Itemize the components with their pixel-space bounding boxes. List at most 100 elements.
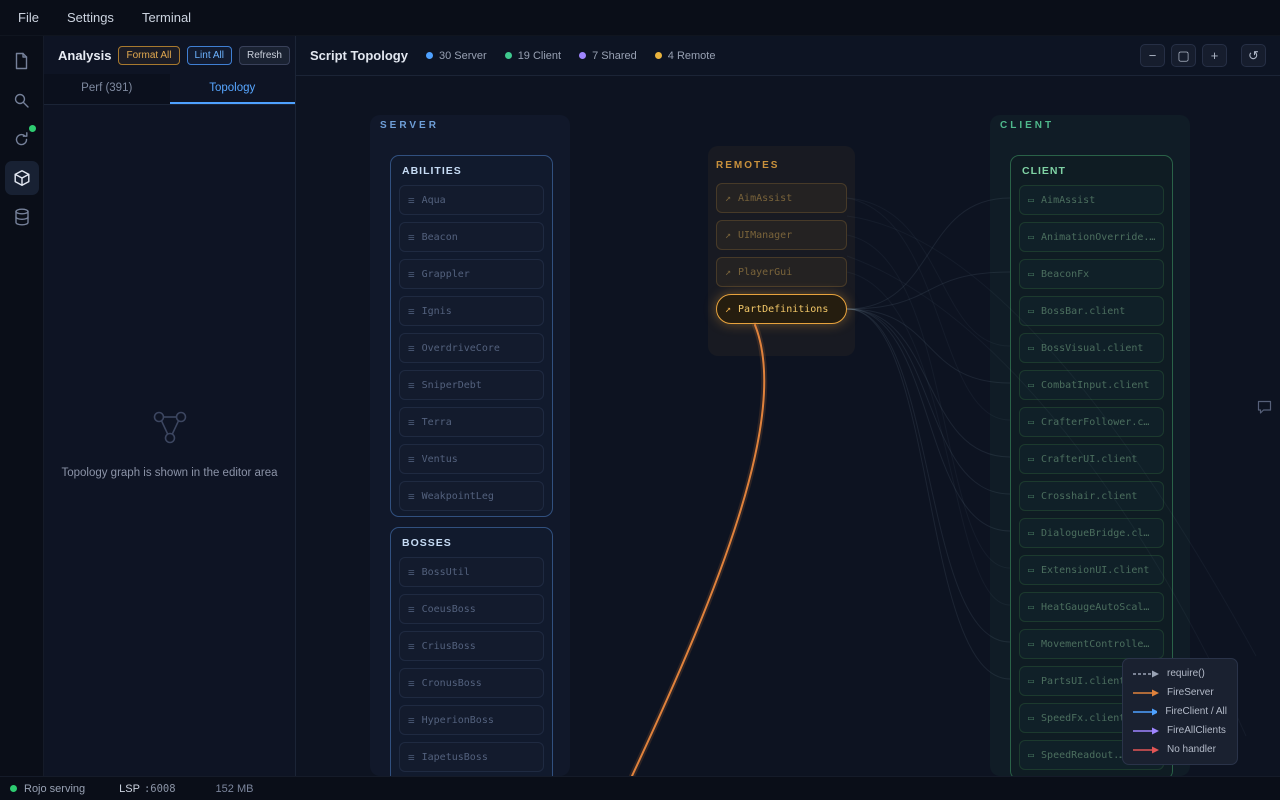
node-crafterui-client[interactable]: ▭ CrafterUI.client (1019, 444, 1164, 474)
node-playergui[interactable]: ↗PlayerGui (716, 257, 847, 287)
canvas-controls: −▢ + ↺ (1140, 44, 1266, 67)
localscript-icon: ▭ (1028, 639, 1034, 650)
stat-19-client: 19 Client (505, 50, 561, 62)
node-crafterfollower-c[interactable]: ▭CrafterFollower.c… (1019, 407, 1164, 437)
stat-label: 7 Shared (592, 50, 637, 62)
menu-item-file[interactable]: File (18, 10, 39, 25)
tab-perf-391[interactable]: Perf (391) (44, 74, 170, 104)
topology-canvas[interactable]: SERVER REMOTES CLIENT ABILITIES ≡Aqua≡Be… (296, 76, 1280, 776)
node-label: HeatGaugeAutoScal… (1041, 602, 1149, 613)
node-iapetusboss[interactable]: ≡IapetusBoss (399, 742, 544, 772)
node-hyperionboss[interactable]: ≡HyperionBoss (399, 705, 544, 735)
localscript-icon: ▭ (1028, 232, 1034, 243)
node-aimassist[interactable]: ▭AimAssist (1019, 185, 1164, 215)
zoom-in-button[interactable]: + (1202, 44, 1227, 67)
activity-files-button[interactable] (5, 44, 39, 78)
node-label: BossVisual.client (1041, 343, 1143, 354)
activity-data-button[interactable] (5, 200, 39, 234)
app-window: File Settings Terminal (0, 0, 1280, 800)
legend-row-fireallclients: FireAllClients (1133, 725, 1227, 736)
node-coeusboss[interactable]: ≡CoeusBoss (399, 594, 544, 624)
node-uimanager[interactable]: ↗UIManager (716, 220, 847, 250)
menu-item-settings[interactable]: Settings (67, 10, 114, 25)
node-animationoverride[interactable]: ▭AnimationOverride.… (1019, 222, 1164, 252)
node-grappler[interactable]: ≡Grappler (399, 259, 544, 289)
lint-all-button[interactable]: Lint All (187, 46, 232, 65)
localscript-icon: ▭ (1028, 454, 1034, 465)
sync-icon (13, 131, 30, 148)
node-label: SpeedReadout.… (1041, 750, 1125, 761)
legend-row-fireserver: FireServer (1133, 687, 1227, 698)
node-terra[interactable]: ≡Terra (399, 407, 544, 437)
stat-4-remote: 4 Remote (655, 50, 716, 62)
node-overdrivecore[interactable]: ≡OverdriveCore (399, 333, 544, 363)
group-title: BOSSES (402, 537, 544, 549)
node-label: CrafterFollower.c… (1041, 417, 1149, 428)
search-icon (13, 92, 30, 109)
script-icon: ≡ (408, 453, 415, 466)
node-weakpointleg[interactable]: ≡WeakpointLeg (399, 481, 544, 511)
rojo-status-dot (10, 785, 17, 792)
sidebar: Analysis Format AllLint AllRefresh Perf … (44, 36, 296, 776)
script-icon: ≡ (408, 677, 415, 690)
node-label: Beacon (422, 232, 458, 243)
node-beacon[interactable]: ≡Beacon (399, 222, 544, 252)
fit-view-button[interactable]: ▢ (1171, 44, 1196, 67)
node-ventus[interactable]: ≡ Ventus (399, 444, 544, 474)
node-label: PartsUI.client (1041, 676, 1125, 687)
node-movementcontrolle[interactable]: ▭MovementControlle… (1019, 629, 1164, 659)
node-dialoguebridge-cl[interactable]: ▭DialogueBridge.cl… (1019, 518, 1164, 548)
node-label: BossBar.client (1041, 306, 1125, 317)
node-crosshair-client[interactable]: ▭Crosshair.client (1019, 481, 1164, 511)
node-label: CoeusBoss (422, 604, 476, 615)
node-bossutil[interactable]: ≡BossUtil (399, 557, 544, 587)
node-extensionui-client[interactable]: ▭ExtensionUI.client (1019, 555, 1164, 585)
legend-row-no-handler: No handler (1133, 744, 1227, 755)
refresh-button[interactable]: Refresh (239, 46, 290, 65)
tab-topology[interactable]: Topology (170, 74, 296, 104)
lsp-port: :6008 (144, 783, 176, 795)
node-aqua[interactable]: ≡Aqua (399, 185, 544, 215)
remote-event-icon: ↗ (725, 193, 731, 204)
node-bossbar-client[interactable]: ▭BossBar.client (1019, 296, 1164, 326)
legend-row-require: require() (1133, 668, 1227, 679)
memory-usage: 152 MB (216, 783, 254, 795)
node-label: Ventus (422, 454, 458, 465)
legend-label: FireServer (1167, 687, 1214, 698)
edge-legend: require()FireServerFireClient / AllFireA… (1122, 658, 1238, 765)
group-title: CLIENT (1022, 165, 1164, 177)
node-partdefinitions[interactable]: ↗PartDefinitions (716, 294, 847, 324)
menu-item-terminal[interactable]: Terminal (142, 10, 191, 25)
script-icon: ≡ (408, 416, 415, 429)
node-aimassist[interactable]: ↗AimAssist (716, 183, 847, 213)
node-combatinput-client[interactable]: ▭CombatInput.client (1019, 370, 1164, 400)
format-all-button[interactable]: Format All (118, 46, 179, 65)
node-label: PartDefinitions (738, 304, 828, 315)
activity-topology-button[interactable] (5, 161, 39, 195)
activity-sync-button[interactable] (5, 122, 39, 156)
script-icon: ≡ (408, 379, 415, 392)
node-beaconfx[interactable]: ▭ BeaconFx (1019, 259, 1164, 289)
node-cronusboss[interactable]: ≡CronusBoss (399, 668, 544, 698)
localscript-icon: ▭ (1028, 269, 1034, 280)
node-heatgaugeautoscal[interactable]: ▭HeatGaugeAutoScal… (1019, 592, 1164, 622)
node-sniperdebt[interactable]: ≡SniperDebt (399, 370, 544, 400)
rojo-status-label: Rojo serving (24, 783, 85, 795)
sidebar-header: Analysis Format AllLint AllRefresh (44, 36, 295, 74)
localscript-icon: ▭ (1028, 380, 1034, 391)
script-icon: ≡ (408, 305, 415, 318)
activity-search-button[interactable] (5, 83, 39, 117)
node-label: BeaconFx (1041, 269, 1089, 280)
comment-bubble-icon[interactable] (1257, 400, 1272, 419)
node-criusboss[interactable]: ≡CriusBoss (399, 631, 544, 661)
script-icon: ≡ (408, 342, 415, 355)
script-icon: ≡ (408, 194, 415, 207)
node-label: CrafterUI.client (1041, 454, 1137, 465)
zoom-out-button[interactable]: − (1140, 44, 1165, 67)
reset-view-button[interactable]: ↺ (1241, 44, 1266, 67)
node-ignis[interactable]: ≡Ignis (399, 296, 544, 326)
stat-7-shared: 7 Shared (579, 50, 637, 62)
node-label: UIManager (738, 230, 792, 241)
stat-label: 19 Client (518, 50, 561, 62)
node-bossvisual-client[interactable]: ▭BossVisual.client (1019, 333, 1164, 363)
